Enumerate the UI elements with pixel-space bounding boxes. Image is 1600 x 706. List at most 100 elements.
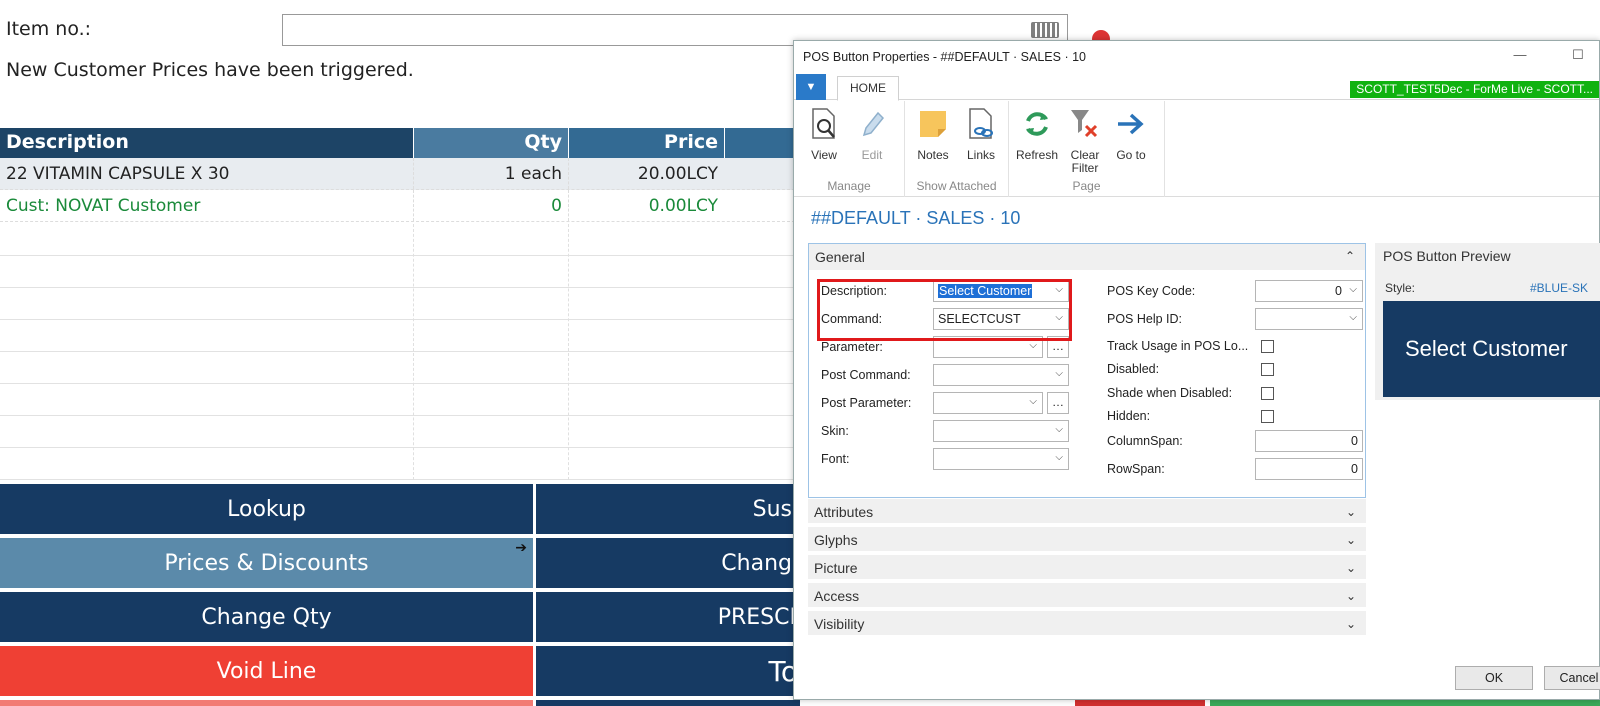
cell-price: 20.00LCY [568, 158, 724, 189]
column-header-extra [724, 128, 800, 158]
chevron-down-icon[interactable]: ⌵ [1055, 424, 1063, 435]
chevron-down-icon[interactable]: ⌵ [1055, 452, 1063, 463]
general-header[interactable]: General ⌃ [809, 244, 1365, 270]
shade-when-disabled-checkbox[interactable] [1261, 387, 1274, 400]
post-command-field[interactable]: ⌵ [933, 364, 1069, 386]
refresh-label: Refresh [1015, 148, 1059, 162]
links-button[interactable]: Links [957, 105, 1005, 162]
ribbon-tabs: ▼ HOME SCOTT_TEST5Dec - ForMe Live - SCO… [794, 74, 1599, 101]
go-to-label: Go to [1116, 148, 1146, 162]
picture-fasttab[interactable]: Picture ⌄ [808, 555, 1366, 581]
chevron-down-icon[interactable]: ⌵ [1055, 368, 1063, 379]
skin-field[interactable]: ⌵ [933, 420, 1069, 442]
prices-discounts-button[interactable]: Prices & Discounts ➔ [0, 538, 533, 588]
pos-help-id-label: POS Help ID: [1107, 312, 1183, 326]
dialog-title: POS Button Properties - ##DEFAULT · SALE… [803, 50, 1086, 64]
prescription-button[interactable]: PRESCI [536, 592, 800, 642]
edit-button[interactable]: Edit [848, 105, 896, 162]
partial-cancel-button[interactable] [1075, 700, 1205, 706]
shade-when-disabled-label: Shade when Disabled: [1107, 386, 1233, 400]
column-header-price[interactable]: Price [568, 128, 724, 158]
cell-qty: 0 [413, 190, 568, 221]
preview-style-value[interactable]: #BLUE-SK [1530, 281, 1588, 295]
access-fasttab[interactable]: Access ⌄ [808, 583, 1366, 609]
pencil-icon [848, 105, 896, 143]
ribbon-menu-button[interactable]: ▼ [796, 74, 826, 100]
chevron-down-icon[interactable]: ⌵ [1349, 284, 1357, 295]
disabled-checkbox[interactable] [1261, 363, 1274, 376]
preview-title: POS Button Preview [1383, 248, 1511, 264]
ribbon: View Edit Manage Notes Links Show Attach… [794, 101, 1599, 197]
track-usage-label: Track Usage in POS Lo... [1107, 339, 1249, 353]
page-title: ##DEFAULT · SALES · 10 [811, 208, 1021, 228]
preview-style-label: Style: [1385, 281, 1416, 295]
row-span-field[interactable]: 0 [1255, 458, 1363, 480]
attributes-label: Attributes [814, 504, 874, 520]
chevron-down-icon[interactable]: ⌵ [1029, 396, 1037, 407]
post-parameter-assist-button[interactable]: … [1047, 392, 1069, 414]
pos-key-code-field[interactable]: 0 ⌵ [1255, 280, 1363, 302]
glyphs-fasttab[interactable]: Glyphs ⌄ [808, 527, 1366, 553]
column-header-qty[interactable]: Qty [413, 128, 568, 158]
change-button[interactable]: Chang [536, 538, 800, 588]
ok-button[interactable]: OK [1455, 666, 1533, 690]
suspend-button[interactable]: Sus [536, 484, 800, 534]
total-button[interactable]: To [536, 646, 800, 696]
column-span-field[interactable]: 0 [1255, 430, 1363, 452]
chevron-down-icon: ⌄ [1345, 617, 1356, 631]
table-row[interactable]: Cust: NOVAT Customer 0 0.00LCY [0, 190, 800, 222]
chevron-down-icon[interactable]: ⌵ [1029, 340, 1037, 351]
chevron-down-icon[interactable]: ⌵ [1349, 312, 1357, 323]
post-parameter-field[interactable]: ⌵ [933, 392, 1043, 414]
picture-label: Picture [814, 560, 858, 576]
visibility-label: Visibility [814, 616, 865, 632]
refresh-icon [1013, 105, 1061, 143]
partial-pos-button[interactable] [536, 700, 800, 706]
void-line-button[interactable]: Void Line [0, 646, 533, 696]
pos-button-preview: POS Button Preview Style: #BLUE-SK Selec… [1375, 243, 1600, 400]
tab-home[interactable]: HOME [837, 76, 899, 101]
hidden-checkbox[interactable] [1261, 410, 1274, 423]
track-usage-checkbox[interactable] [1261, 340, 1274, 353]
partial-enter-button[interactable] [1210, 700, 1600, 706]
link-document-icon [957, 105, 1005, 143]
notes-button[interactable]: Notes [909, 105, 957, 162]
minimize-icon[interactable]: — [1505, 47, 1535, 63]
sales-lines-grid: Description Qty Price 22 VITAMIN CAPSULE… [0, 128, 800, 222]
keyboard-icon[interactable] [1031, 22, 1059, 38]
grid-divider [568, 224, 569, 480]
column-header-description[interactable]: Description [0, 128, 413, 158]
clear-filter-label: Clear Filter [1070, 148, 1100, 175]
maximize-icon[interactable]: ☐ [1563, 47, 1593, 63]
ribbon-group-label: Page [1072, 179, 1101, 193]
ribbon-group-manage: View Edit Manage [794, 101, 905, 197]
pos-help-id-field[interactable]: ⌵ [1255, 308, 1363, 330]
go-to-button[interactable]: Go to [1109, 105, 1153, 162]
grid-divider [413, 224, 414, 480]
clear-filter-button[interactable]: Clear Filter [1061, 105, 1109, 175]
post-parameter-label: Post Parameter: [821, 396, 912, 410]
view-document-icon [800, 105, 848, 143]
refresh-button[interactable]: Refresh [1013, 105, 1061, 162]
ribbon-group-label: Manage [827, 179, 871, 193]
prices-discounts-label: Prices & Discounts [164, 550, 369, 576]
table-row[interactable]: 22 VITAMIN CAPSULE X 30 1 each 20.00LCY [0, 158, 800, 190]
visibility-fasttab[interactable]: Visibility ⌄ [808, 611, 1366, 637]
chevron-down-icon: ⌄ [1345, 589, 1356, 603]
change-qty-button[interactable]: Change Qty [0, 592, 533, 642]
lookup-button[interactable]: Lookup [0, 484, 533, 534]
attributes-fasttab[interactable]: Attributes ⌄ [808, 499, 1366, 525]
font-field[interactable]: ⌵ [933, 448, 1069, 470]
partial-pos-button[interactable] [0, 700, 533, 706]
font-label: Font: [821, 452, 850, 466]
post-command-label: Post Command: [821, 368, 911, 382]
row-span-label: RowSpan: [1107, 462, 1165, 476]
view-button[interactable]: View [800, 105, 848, 162]
pos-key-code-label: POS Key Code: [1107, 284, 1196, 298]
ribbon-group-show-attached: Notes Links Show Attached [905, 101, 1009, 197]
access-label: Access [814, 588, 860, 604]
cell-description: 22 VITAMIN CAPSULE X 30 [6, 163, 230, 184]
ribbon-group-label: Show Attached [916, 179, 997, 193]
cancel-button[interactable]: Cancel [1544, 666, 1600, 690]
chevron-down-icon: ▼ [805, 81, 817, 93]
